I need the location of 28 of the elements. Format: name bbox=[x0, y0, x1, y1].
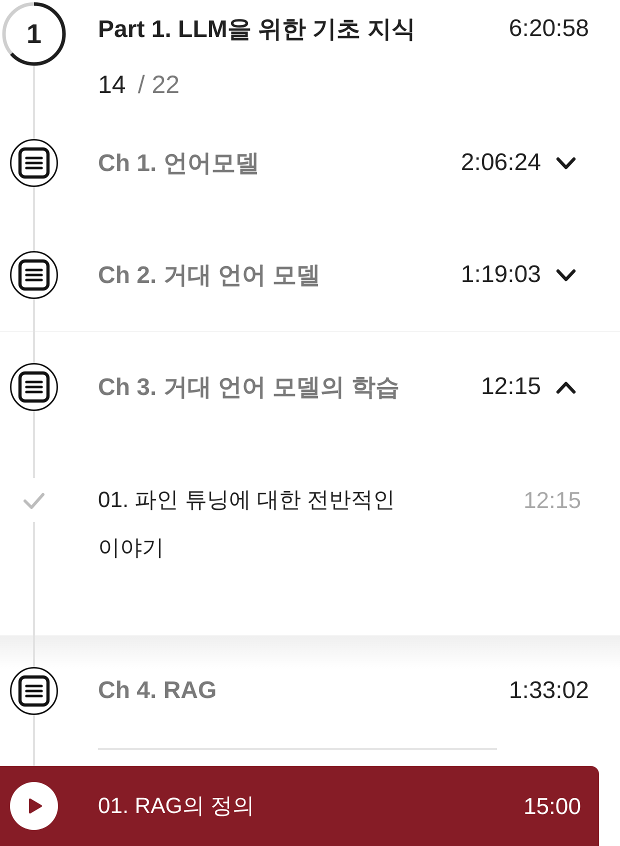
completed-count: 14 bbox=[98, 70, 126, 100]
lesson-title: 01. 파인 튜닝에 대한 전반적인 이야기 bbox=[98, 486, 396, 562]
chapter-duration: 2:06:24 bbox=[460, 149, 541, 177]
chapter-header[interactable]: Ch 3. 거대 언어 모델의 학습 12:15 bbox=[0, 331, 620, 443]
chapter-title: Ch 1. 언어모델 bbox=[98, 149, 260, 179]
chapter-title: Ch 2. 거대 언어 모델 bbox=[98, 261, 321, 291]
total-count: / 22 bbox=[138, 70, 180, 100]
chevron-up-icon[interactable] bbox=[556, 380, 576, 394]
part-number: 1 bbox=[26, 20, 42, 48]
part-duration: 6:20:58 bbox=[508, 15, 589, 43]
lesson-item[interactable]: 01. RAG의 정의 15:00 bbox=[0, 766, 599, 846]
document-list-icon bbox=[10, 251, 58, 299]
part-title: Part 1. LLM을 위한 기초 지식 bbox=[98, 15, 416, 45]
lesson-duration: 15:00 bbox=[523, 792, 581, 821]
chapter-duration: 12:15 bbox=[480, 373, 541, 401]
play-icon[interactable] bbox=[10, 782, 58, 830]
document-list-icon bbox=[10, 667, 58, 715]
chapter-duration: 1:33:02 bbox=[508, 677, 589, 705]
chapter-title: Ch 4. RAG bbox=[98, 677, 217, 705]
chevron-down-icon[interactable] bbox=[556, 268, 576, 282]
chapter-header[interactable]: Ch 4. RAG 1:33:02 bbox=[0, 635, 620, 747]
chapter-title: Ch 3. 거대 언어 모델의 학습 bbox=[98, 373, 400, 403]
lesson-title: 01. RAG의 정의 bbox=[98, 792, 254, 820]
document-list-icon bbox=[10, 139, 58, 187]
chapter-duration: 1:19:03 bbox=[460, 261, 541, 289]
lesson-duration: 12:15 bbox=[523, 486, 581, 515]
document-list-icon bbox=[10, 363, 58, 411]
chevron-down-icon[interactable] bbox=[556, 156, 576, 170]
